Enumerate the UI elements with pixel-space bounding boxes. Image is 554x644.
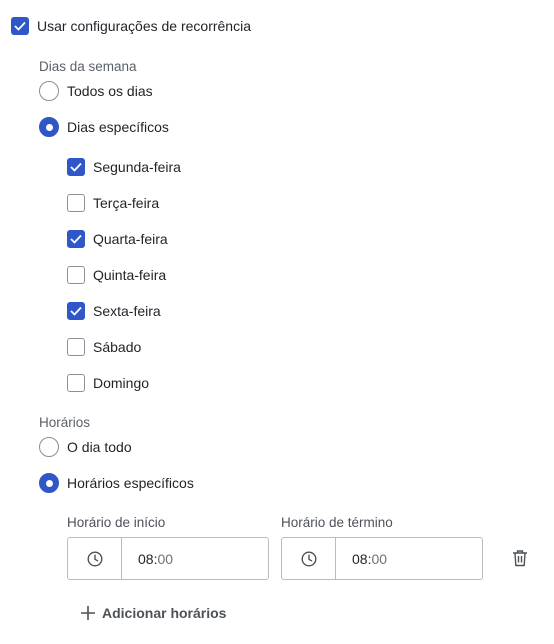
check-icon <box>70 234 82 244</box>
check-icon <box>70 306 82 316</box>
day-option-sunday[interactable]: Domingo <box>67 374 149 392</box>
friday-checkbox[interactable] <box>67 302 85 320</box>
end-time-input[interactable]: 08:00 <box>336 538 482 579</box>
all-days-radio[interactable] <box>39 81 59 101</box>
check-icon <box>70 162 82 172</box>
day-option-friday[interactable]: Sexta-feira <box>67 302 161 320</box>
specific-times-label: Horários específicos <box>67 475 194 491</box>
day-option-thursday[interactable]: Quinta-feira <box>67 266 166 284</box>
sunday-checkbox[interactable] <box>67 374 85 392</box>
clock-icon <box>86 550 103 567</box>
add-times-button[interactable]: Adicionar horários <box>80 605 226 621</box>
trash-icon <box>513 550 527 567</box>
start-time-label: Horário de início <box>67 515 166 530</box>
all-day-label: O dia todo <box>67 439 132 455</box>
thursday-label: Quinta-feira <box>93 267 167 283</box>
all-day-radio[interactable] <box>39 437 59 457</box>
recurrence-option[interactable]: Usar configurações de recorrência <box>11 17 251 35</box>
sunday-label: Domingo <box>93 375 150 391</box>
thursday-checkbox[interactable] <box>67 266 85 284</box>
start-time-hour[interactable]: 08 <box>138 551 154 567</box>
specific-times-radio[interactable] <box>39 473 59 493</box>
start-time-clock-button[interactable] <box>68 538 122 579</box>
wednesday-label: Quarta-feira <box>93 231 168 247</box>
specific-days-radio[interactable] <box>39 117 59 137</box>
saturday-label: Sábado <box>93 339 142 355</box>
end-time-hour[interactable]: 08 <box>352 551 368 567</box>
recurrence-label: Usar configurações de recorrência <box>37 18 251 34</box>
specific-days-label: Dias específicos <box>67 119 169 135</box>
end-time-minute[interactable]: 00 <box>371 551 387 567</box>
all-days-label: Todos os dias <box>67 83 153 99</box>
plus-icon <box>81 606 95 620</box>
radio-all-day[interactable]: O dia todo <box>39 437 132 457</box>
day-option-monday[interactable]: Segunda-feira <box>67 158 181 176</box>
radio-specific-times[interactable]: Horários específicos <box>39 473 194 493</box>
tuesday-checkbox[interactable] <box>67 194 85 212</box>
end-time-label: Horário de término <box>281 515 393 530</box>
add-times-label: Adicionar horários <box>102 605 227 621</box>
delete-time-button[interactable] <box>512 549 530 569</box>
check-icon <box>14 21 26 31</box>
friday-label: Sexta-feira <box>93 303 161 319</box>
day-option-wednesday[interactable]: Quarta-feira <box>67 230 168 248</box>
end-time-clock-button[interactable] <box>282 538 336 579</box>
weekdays-section-label: Dias da semana <box>39 59 137 74</box>
saturday-checkbox[interactable] <box>67 338 85 356</box>
start-time-field[interactable]: 08:00 <box>67 537 269 580</box>
wednesday-checkbox[interactable] <box>67 230 85 248</box>
monday-checkbox[interactable] <box>67 158 85 176</box>
radio-all-days[interactable]: Todos os dias <box>39 81 153 101</box>
day-option-tuesday[interactable]: Terça-feira <box>67 194 159 212</box>
start-time-input[interactable]: 08:00 <box>122 538 268 579</box>
monday-label: Segunda-feira <box>93 159 181 175</box>
end-time-field[interactable]: 08:00 <box>281 537 483 580</box>
day-option-saturday[interactable]: Sábado <box>67 338 141 356</box>
times-section-label: Horários <box>39 415 91 430</box>
start-time-minute[interactable]: 00 <box>157 551 173 567</box>
tuesday-label: Terça-feira <box>93 195 160 211</box>
radio-specific-days[interactable]: Dias específicos <box>39 117 169 137</box>
recurrence-checkbox[interactable] <box>11 17 29 35</box>
clock-icon <box>300 550 317 567</box>
